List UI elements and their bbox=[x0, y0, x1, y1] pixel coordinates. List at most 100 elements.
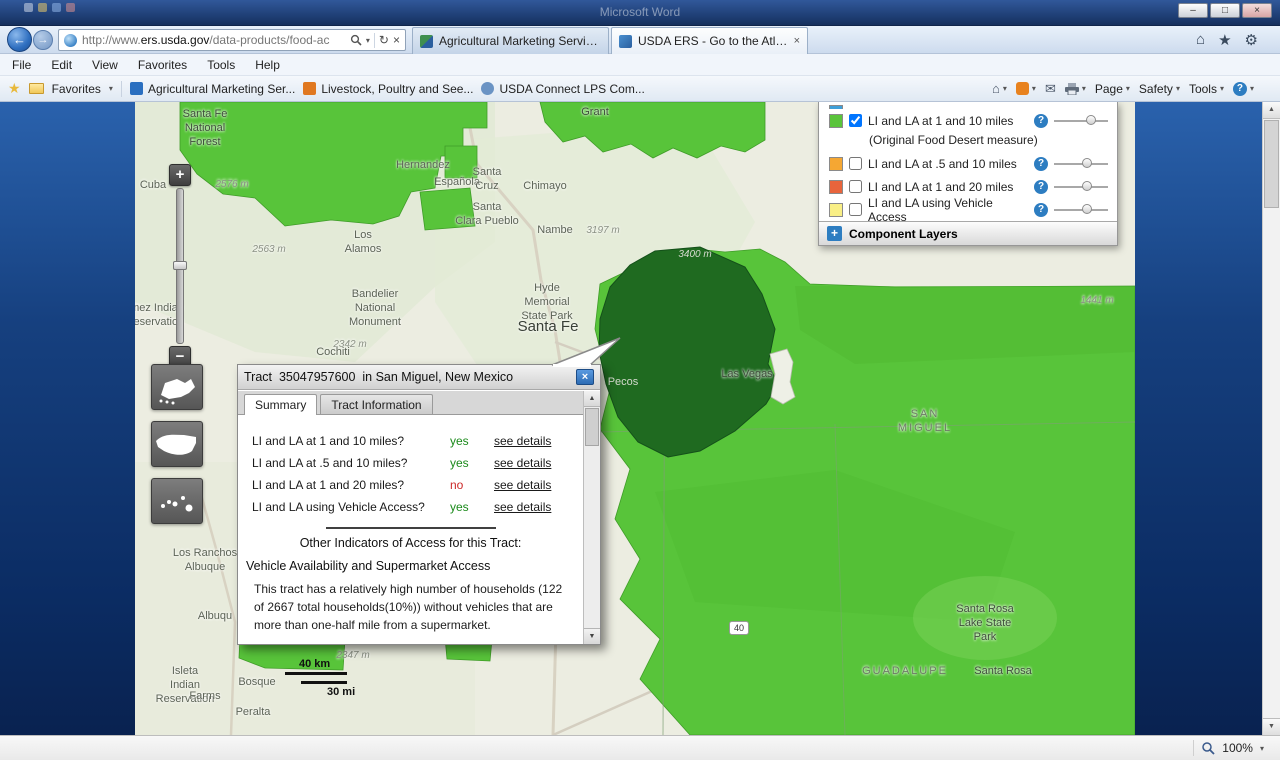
food-desert-polygon[interactable] bbox=[420, 188, 475, 230]
help-icon[interactable]: ? bbox=[1034, 180, 1048, 194]
layer-swatch bbox=[829, 157, 843, 171]
rss-icon bbox=[1016, 82, 1029, 95]
see-details-link[interactable]: see details bbox=[494, 478, 551, 492]
tab-summary[interactable]: Summary bbox=[244, 394, 317, 415]
favorite-item-usda-connect[interactable]: USDA Connect LPS Com... bbox=[481, 82, 644, 96]
alaska-icon bbox=[155, 369, 199, 405]
alaska-extent-button[interactable] bbox=[151, 364, 203, 410]
tab-close-icon[interactable]: × bbox=[794, 35, 800, 47]
zoom-caret-icon[interactable]: ▾ bbox=[1260, 744, 1264, 753]
mail-icon[interactable]: ✉ bbox=[1045, 81, 1056, 97]
back-button[interactable]: ← bbox=[7, 27, 32, 52]
gear-icon[interactable]: ⚙ bbox=[1245, 31, 1258, 49]
map-zoom-slider[interactable]: + − bbox=[168, 164, 192, 368]
popup-titlebar[interactable]: Tract 35047957600 in San Miguel, New Mex… bbox=[238, 365, 600, 390]
slider-handle[interactable] bbox=[1082, 181, 1092, 191]
indicator-question: LI and LA at .5 and 10 miles? bbox=[252, 456, 450, 470]
food-desert-polygon[interactable] bbox=[445, 146, 477, 178]
scale-mi-label: 30 mi bbox=[327, 686, 355, 698]
see-details-link[interactable]: see details bbox=[494, 434, 551, 448]
url-text[interactable]: http://www.ers.usda.gov/data-products/fo… bbox=[82, 33, 345, 47]
indicator-answer: yes bbox=[450, 434, 494, 448]
favorites-star-icon[interactable]: ★ bbox=[1218, 31, 1231, 49]
food-access-atlas-map[interactable]: Santa Fe National Forest Grant Cuba Hern… bbox=[135, 102, 1135, 735]
menu-help[interactable]: Help bbox=[255, 58, 280, 72]
scroll-thumb[interactable] bbox=[1264, 120, 1279, 208]
layer-checkbox[interactable] bbox=[849, 203, 862, 216]
menu-view[interactable]: View bbox=[92, 58, 118, 72]
zoom-in-button[interactable]: + bbox=[169, 164, 191, 186]
help-icon[interactable]: ? bbox=[1034, 157, 1048, 171]
refresh-icon[interactable]: ↻ bbox=[379, 33, 389, 47]
tab-label: USDA ERS - Go to the Atlas bbox=[638, 34, 788, 48]
slider-handle[interactable] bbox=[1082, 204, 1092, 214]
close-button[interactable]: × bbox=[1242, 3, 1272, 18]
layer-opacity-slider[interactable] bbox=[1054, 204, 1108, 216]
favorite-item-ams[interactable]: Agricultural Marketing Ser... bbox=[130, 82, 295, 96]
safety-menu[interactable]: Safety▾ bbox=[1139, 82, 1180, 96]
layer-checkbox[interactable] bbox=[849, 180, 862, 193]
layer-opacity-slider[interactable] bbox=[1054, 181, 1108, 193]
tab-tract-information[interactable]: Tract Information bbox=[320, 394, 432, 414]
zoom-track[interactable] bbox=[176, 188, 184, 344]
slider-handle[interactable] bbox=[1086, 115, 1096, 125]
home-icon[interactable]: ⌂ bbox=[1196, 31, 1205, 49]
scroll-down-icon[interactable]: ▼ bbox=[584, 628, 600, 644]
menu-edit[interactable]: Edit bbox=[51, 58, 72, 72]
address-bar[interactable]: http://www.ers.usda.gov/data-products/fo… bbox=[58, 29, 406, 51]
layer-checkbox[interactable] bbox=[849, 157, 862, 170]
zoom-level[interactable]: 100% bbox=[1222, 741, 1253, 755]
favorites-folder-icon[interactable] bbox=[29, 83, 44, 94]
map-scale: 40 km 30 mi bbox=[285, 658, 355, 698]
feeds-menu[interactable]: ▾ bbox=[1016, 82, 1036, 95]
stop-icon[interactable]: × bbox=[393, 33, 400, 47]
search-caret-icon[interactable]: ▾ bbox=[366, 36, 370, 45]
terrain-shade bbox=[795, 286, 1135, 364]
popup-close-button[interactable]: × bbox=[576, 369, 594, 385]
help-icon[interactable]: ? bbox=[1034, 203, 1048, 217]
favorites-label[interactable]: Favorites bbox=[52, 82, 101, 96]
search-icon[interactable] bbox=[350, 34, 362, 46]
scroll-up-icon[interactable]: ▲ bbox=[1263, 102, 1280, 119]
popup-scrollbar[interactable]: ▲ ▼ bbox=[583, 391, 600, 644]
menu-tools[interactable]: Tools bbox=[207, 58, 235, 72]
expand-icon[interactable]: + bbox=[827, 226, 842, 241]
tab-agricultural-marketing[interactable]: Agricultural Marketing Service ... bbox=[412, 27, 609, 54]
see-details-link[interactable]: see details bbox=[494, 456, 551, 470]
add-favorite-star-icon[interactable]: ★ bbox=[8, 80, 21, 97]
favorite-item-livestock[interactable]: Livestock, Poultry and See... bbox=[303, 82, 473, 96]
maximize-button[interactable]: □ bbox=[1210, 3, 1240, 18]
scroll-up-icon[interactable]: ▲ bbox=[584, 391, 600, 407]
page-content: Santa Fe National Forest Grant Cuba Hern… bbox=[0, 102, 1280, 735]
hawaii-extent-button[interactable] bbox=[151, 478, 203, 524]
indicator-answer: yes bbox=[450, 500, 494, 514]
zoom-handle[interactable] bbox=[173, 261, 187, 270]
popup-pointer bbox=[550, 336, 628, 367]
layer-checkbox[interactable] bbox=[849, 114, 862, 127]
component-layers-bar[interactable]: + Component Layers bbox=[819, 221, 1117, 245]
layer-opacity-slider[interactable] bbox=[1054, 115, 1108, 127]
help-menu[interactable]: ?▾ bbox=[1233, 82, 1254, 96]
layer-row-partial bbox=[819, 102, 1117, 109]
page-scrollbar[interactable]: ▲ ▼ bbox=[1262, 102, 1280, 735]
tools-menu[interactable]: Tools▾ bbox=[1189, 82, 1224, 96]
help-icon[interactable]: ? bbox=[1034, 114, 1048, 128]
tab-usda-ers-atlas[interactable]: USDA ERS - Go to the Atlas × bbox=[611, 27, 808, 54]
scroll-thumb[interactable] bbox=[585, 408, 599, 446]
layer-swatch bbox=[829, 105, 843, 109]
slider-handle[interactable] bbox=[1082, 158, 1092, 168]
continental-us-extent-button[interactable] bbox=[151, 421, 203, 467]
home-menu[interactable]: ⌂▾ bbox=[992, 81, 1007, 96]
menu-favorites[interactable]: Favorites bbox=[138, 58, 187, 72]
menu-file[interactable]: File bbox=[12, 58, 31, 72]
layer-opacity-slider[interactable] bbox=[1054, 158, 1108, 170]
forward-button[interactable]: → bbox=[33, 30, 53, 50]
favorites-caret-icon[interactable]: ▾ bbox=[109, 84, 113, 93]
print-menu[interactable]: ▾ bbox=[1065, 83, 1086, 95]
minimize-button[interactable]: – bbox=[1178, 3, 1208, 18]
scroll-down-icon[interactable]: ▼ bbox=[1263, 718, 1280, 735]
background-window-title: Microsoft Word bbox=[600, 5, 680, 19]
layer-swatch bbox=[829, 114, 843, 128]
page-menu[interactable]: Page▾ bbox=[1095, 82, 1130, 96]
see-details-link[interactable]: see details bbox=[494, 500, 551, 514]
